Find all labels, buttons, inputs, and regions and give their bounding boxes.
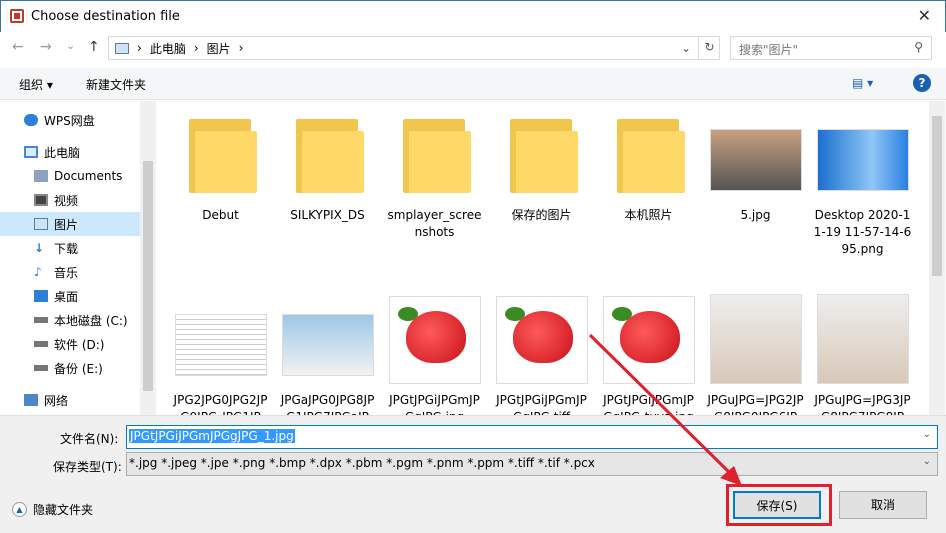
arrow-head xyxy=(720,466,742,486)
red-arrow-annotation xyxy=(588,333,742,486)
arrow-line xyxy=(588,333,737,480)
